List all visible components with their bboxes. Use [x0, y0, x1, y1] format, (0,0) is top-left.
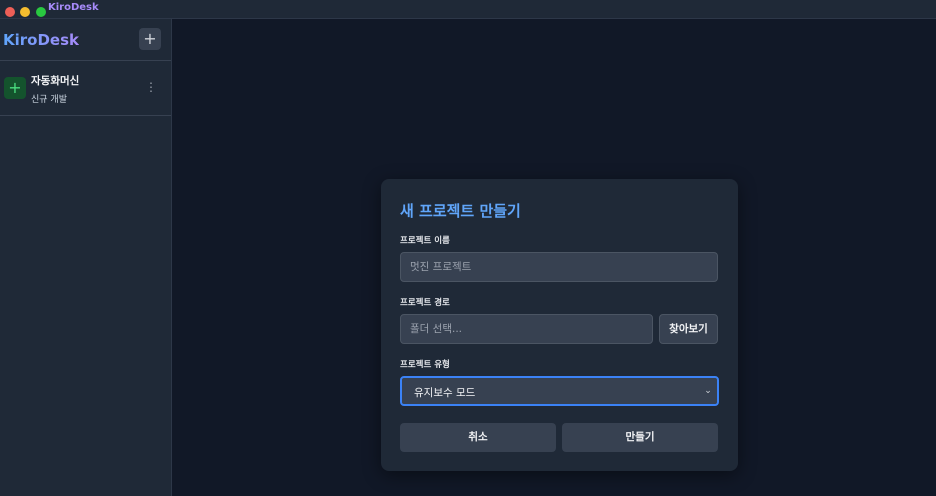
app-brand: KiroDesk	[3, 31, 79, 49]
add-project-button[interactable]: +	[139, 28, 161, 50]
new-project-dialog: 새 프로젝트 만들기 프로젝트 이름 프로젝트 경로 찾아보기 프로젝트 유형 …	[381, 179, 738, 471]
minimize-window-button[interactable]	[20, 7, 30, 17]
cancel-button[interactable]: 취소	[400, 423, 556, 452]
project-path-label: 프로젝트 경로	[400, 298, 450, 308]
plus-icon: +	[4, 77, 26, 99]
dialog-title: 새 프로젝트 만들기	[400, 202, 521, 220]
project-subtitle: 신규 개발	[31, 95, 67, 105]
project-name-input[interactable]	[400, 252, 718, 282]
project-type-label: 프로젝트 유형	[400, 360, 450, 370]
close-window-button[interactable]	[5, 7, 15, 17]
project-name: 자동화머신	[31, 75, 80, 87]
more-options-icon[interactable]: ⋮	[145, 79, 157, 95]
project-type-select[interactable]: 유지보수 모드 ⌄	[400, 376, 719, 406]
chevron-down-icon: ⌄	[704, 386, 712, 396]
window-titlebar: KiroDesk	[0, 0, 936, 19]
window-title: KiroDesk	[48, 2, 99, 13]
sidebar: KiroDesk + + 자동화머신 신규 개발 ⋮	[0, 19, 172, 496]
maximize-window-button[interactable]	[36, 7, 46, 17]
create-button[interactable]: 만들기	[562, 423, 718, 452]
browse-button[interactable]: 찾아보기	[659, 314, 718, 344]
project-item[interactable]: + 자동화머신 신규 개발 ⋮	[0, 61, 171, 116]
sidebar-header: KiroDesk +	[0, 19, 171, 61]
project-name-label: 프로젝트 이름	[400, 236, 450, 246]
project-type-value: 유지보수 모드	[414, 387, 476, 399]
project-path-input[interactable]	[400, 314, 653, 344]
